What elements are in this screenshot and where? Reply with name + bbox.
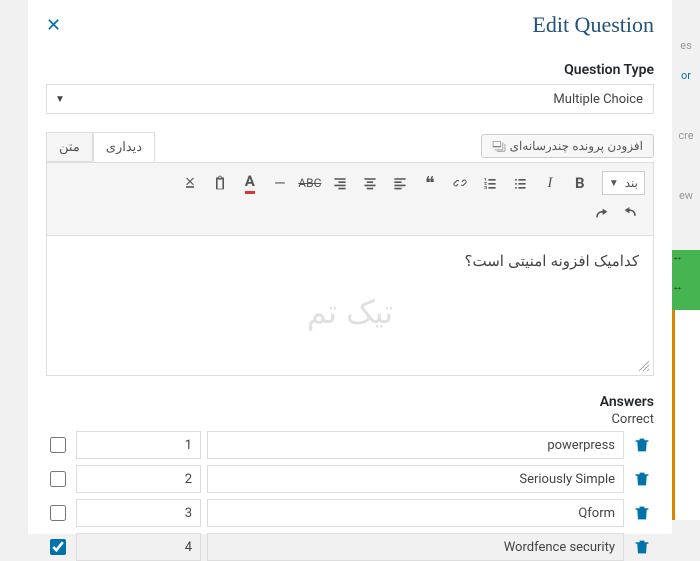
correct-checkbox[interactable] [50, 539, 66, 555]
text-color-button[interactable]: A [236, 169, 264, 197]
answer-row: 3Qform [46, 499, 654, 527]
chevron-down-icon: ▼ [609, 178, 619, 189]
blockquote-button[interactable]: ❝ [416, 169, 444, 197]
numbered-list-button[interactable] [476, 169, 504, 197]
answer-number[interactable]: 3 [76, 499, 201, 527]
background-strip: es or cre ew ↔ ↔ [672, 0, 700, 534]
link-button[interactable] [446, 169, 474, 197]
resize-handle[interactable] [637, 359, 651, 373]
strikethrough-button[interactable]: ABC [296, 169, 324, 197]
answer-row: 2Seriously Simple [46, 465, 654, 493]
delete-answer-button[interactable] [630, 501, 654, 525]
editor-header-row: متن دیداری افزودن پرونده چندرسانه‌ای [46, 132, 654, 162]
delete-answer-button[interactable] [630, 535, 654, 559]
frag-c: cre [672, 120, 700, 150]
tab-visual[interactable]: دیداری [93, 132, 155, 162]
answer-number[interactable]: 2 [76, 465, 201, 493]
align-left-button[interactable] [386, 169, 414, 197]
answer-text-input[interactable]: Seriously Simple [207, 465, 624, 493]
answer-text-input[interactable]: Wordfence security [207, 533, 624, 561]
add-media-button[interactable]: افزودن پرونده چندرسانه‌ای [481, 134, 654, 158]
answer-number[interactable]: 4 [76, 533, 201, 561]
sidebar-band [672, 310, 700, 340]
close-button[interactable]: ✕ [46, 15, 61, 36]
answers-header: Answers Correct [46, 394, 654, 427]
frag-b: or [672, 60, 700, 90]
edit-question-modal: ✕ Edit Question Question Type ▼ Multiple… [28, 0, 672, 534]
answers-label: Answers [46, 394, 654, 410]
question-type-label: Question Type [46, 62, 654, 78]
question-text: کدامیک افزونه امنیتی است؟ [465, 253, 639, 270]
correct-checkbox[interactable] [50, 471, 66, 487]
paste-button[interactable] [206, 169, 234, 197]
answer-row: 1powerpress [46, 431, 654, 459]
chevron-down-icon: ▼ [55, 94, 65, 105]
redo-button[interactable] [587, 201, 615, 229]
format-select[interactable]: بند ▼ [602, 171, 645, 195]
correct-checkbox[interactable] [50, 505, 66, 521]
answer-row: 4Wordfence security [46, 533, 654, 561]
watermark: تیک تم [307, 293, 393, 331]
answer-text-input[interactable]: powerpress [207, 431, 624, 459]
sidebar-band [672, 370, 700, 400]
sidebar-band: ↔ [672, 250, 700, 280]
align-center-button[interactable] [356, 169, 384, 197]
editor-content[interactable]: کدامیک افزونه امنیتی است؟ تیک تم [46, 236, 654, 376]
bold-button[interactable]: B [566, 169, 594, 197]
horizontal-rule-button[interactable]: — [266, 169, 294, 197]
tab-text[interactable]: متن [46, 132, 93, 162]
question-type-select[interactable]: ▼ Multiple Choice [46, 84, 654, 114]
italic-button[interactable]: I [536, 169, 564, 197]
add-media-label: افزودن پرونده چندرسانه‌ای [510, 139, 643, 153]
sidebar-band [672, 400, 700, 430]
modal-title: Edit Question [532, 12, 654, 38]
answer-number[interactable]: 1 [76, 431, 201, 459]
delete-answer-button[interactable] [630, 467, 654, 491]
clear-format-button[interactable] [176, 169, 204, 197]
delete-answer-button[interactable] [630, 433, 654, 457]
sidebar-band [672, 460, 700, 490]
correct-label: Correct [46, 412, 654, 427]
editor-tabs: متن دیداری [46, 132, 155, 162]
answers-list: 1powerpress2Seriously Simple3Qform4Wordf… [46, 431, 654, 561]
frag-d: ew [672, 180, 700, 210]
sidebar-band [672, 430, 700, 460]
sidebar-band: ↔ [672, 280, 700, 310]
media-icon [492, 139, 506, 153]
align-right-button[interactable] [326, 169, 354, 197]
editor-toolbar: بند ▼ B I ❝ ABC — A [46, 162, 654, 236]
sidebar-band [672, 490, 700, 520]
modal-header: ✕ Edit Question [46, 12, 654, 38]
format-label: بند [625, 176, 638, 190]
sidebar-band [672, 340, 700, 370]
frag-a: es [672, 30, 700, 60]
question-type-value: Multiple Choice [553, 92, 653, 107]
answer-text-input[interactable]: Qform [207, 499, 624, 527]
bullet-list-button[interactable] [506, 169, 534, 197]
undo-button[interactable] [617, 201, 645, 229]
correct-checkbox[interactable] [50, 437, 66, 453]
